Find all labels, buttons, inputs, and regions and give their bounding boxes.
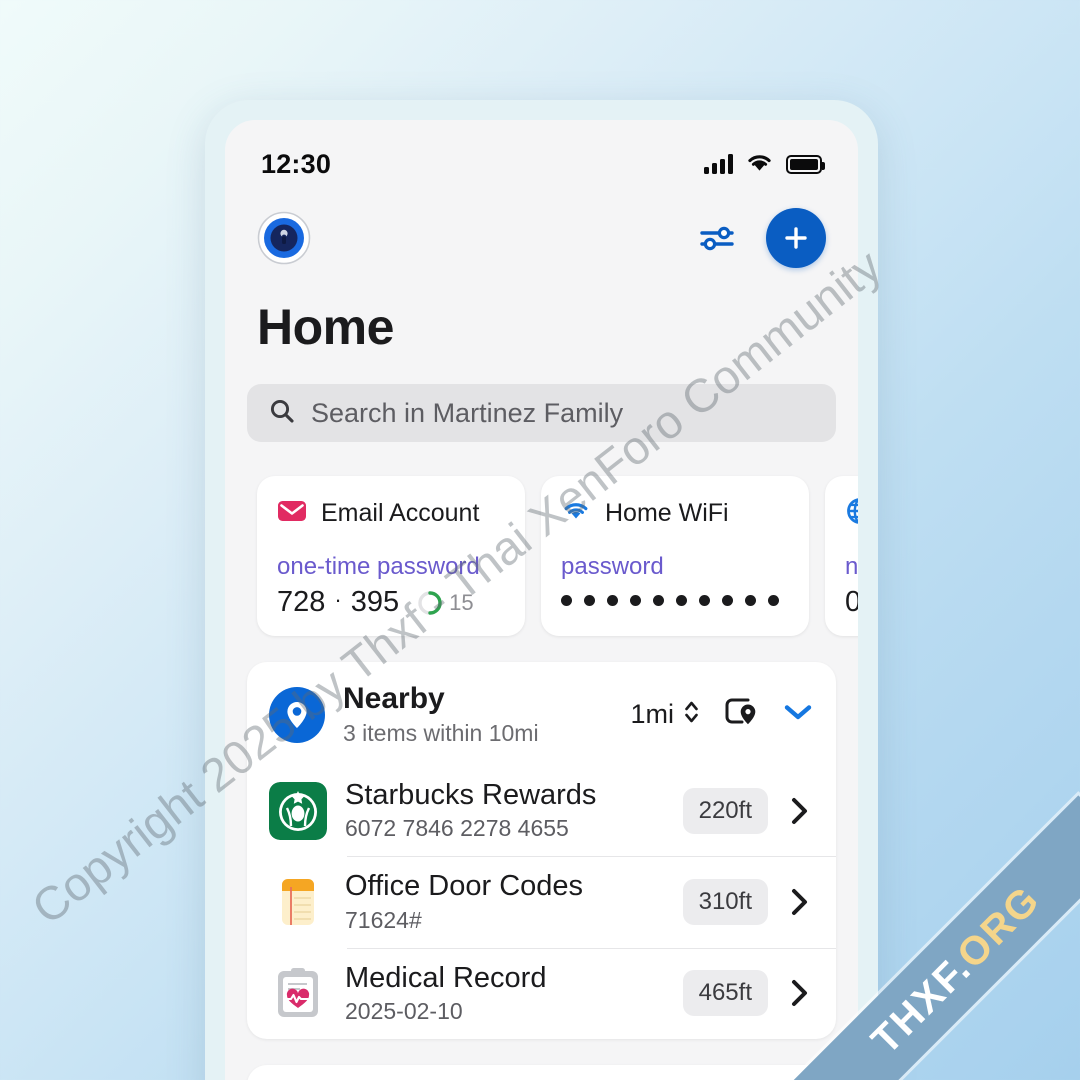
- wifi-icon: [746, 152, 773, 177]
- battery-full-icon: [786, 154, 825, 174]
- chevron-right-icon[interactable]: [786, 886, 814, 918]
- quick-card-field-label: num: [845, 553, 858, 580]
- ribbon-label-primary: THXF.: [862, 945, 980, 1063]
- quick-card-header: I: [845, 496, 858, 531]
- plus-icon: [782, 224, 810, 252]
- notepad-icon: [269, 873, 327, 931]
- quick-card-value: 07H: [845, 586, 858, 618]
- list-item[interactable]: Starbucks Rewards 6072 7846 2278 4655 22…: [247, 765, 836, 856]
- cellular-bars-icon: [704, 154, 733, 174]
- quick-card-masked-password: [561, 595, 789, 606]
- nearby-section: Nearby 3 items within 10mi 1mi Starbucks…: [247, 662, 836, 1040]
- list-item-text: Office Door Codes 71624#: [345, 870, 665, 933]
- list-item-title: Office Door Codes: [345, 870, 584, 903]
- status-bar-time: 12:30: [261, 148, 332, 179]
- list-item-distance: 220ft: [682, 787, 768, 834]
- otp-separator: ·: [334, 586, 342, 612]
- medical-clipboard-icon: [269, 964, 327, 1022]
- chevron-right-icon[interactable]: [786, 795, 814, 827]
- list-item[interactable]: Medical Record 2025-02-10 465ft: [247, 947, 836, 1039]
- quick-card-header: Home WiFi: [561, 496, 789, 531]
- list-item-subtitle: 2025-02-10: [345, 998, 463, 1025]
- list-item-distance: 310ft: [682, 879, 768, 926]
- quick-card-title: Home WiFi: [605, 499, 729, 527]
- map-pin-badge-icon: [269, 686, 325, 743]
- status-bar: 12:30: [225, 120, 858, 194]
- nearby-title: Nearby: [343, 682, 445, 715]
- wifi-icon: [561, 496, 591, 531]
- globe-icon: [845, 496, 858, 531]
- nearby-header-text: Nearby 3 items within 10mi: [343, 682, 612, 747]
- list-item-text: Medical Record 2025-02-10: [345, 962, 665, 1025]
- search-placeholder: Search in Martinez Family: [311, 397, 624, 428]
- ribbon-label: THXF.ORG: [863, 877, 1049, 1063]
- quick-card-home-wifi[interactable]: Home WiFi password: [541, 476, 809, 636]
- app-nav-bar: [225, 194, 858, 268]
- nearby-header[interactable]: Nearby 3 items within 10mi 1mi: [247, 662, 836, 765]
- 1password-logo-icon[interactable]: [257, 211, 311, 265]
- quick-card-email-account[interactable]: Email Account one-time password 728 · 39…: [257, 476, 525, 636]
- list-item-subtitle: 71624#: [345, 906, 422, 933]
- nav-actions: [696, 208, 826, 268]
- quick-card-header: Email Account: [277, 496, 505, 531]
- radius-stepper[interactable]: 1mi: [630, 698, 700, 731]
- search-input[interactable]: Search in Martinez Family: [247, 384, 836, 442]
- list-item-subtitle: 6072 7846 2278 4655: [345, 815, 569, 842]
- page-title: Home: [257, 299, 394, 355]
- starbucks-logo-icon: [269, 781, 327, 840]
- search-icon: [269, 398, 295, 429]
- add-item-button[interactable]: [766, 208, 826, 268]
- otp-countdown-ring-icon: 15: [417, 589, 474, 616]
- otp-group-2: 395: [350, 586, 400, 618]
- otp-seconds-remaining: 15: [449, 589, 474, 615]
- phone-device-frame: 12:30 Home Search in Martinez Family Ema…: [205, 100, 878, 1080]
- otp-group-1: 728: [277, 586, 326, 618]
- email-envelope-icon: [277, 496, 307, 531]
- quick-card-partial-third[interactable]: I num 07H: [825, 476, 858, 636]
- map-view-icon[interactable]: [724, 696, 758, 733]
- quick-card-title: Email Account: [321, 499, 480, 527]
- chevron-right-icon[interactable]: [786, 977, 814, 1009]
- list-item-title: Medical Record: [345, 961, 547, 994]
- chevron-down-icon[interactable]: [782, 701, 814, 728]
- chevron-up-down-icon: [683, 698, 700, 731]
- nearby-controls: 1mi: [630, 696, 814, 733]
- list-item-distance: 465ft: [682, 970, 768, 1017]
- quick-card-otp-value: 728 · 395 15: [277, 586, 505, 619]
- status-bar-icons: [704, 152, 825, 177]
- list-item-text: Starbucks Rewards 6072 7846 2278 4655: [345, 779, 665, 842]
- next-section-partial[interactable]: [247, 1065, 836, 1080]
- filter-sliders-icon[interactable]: [696, 217, 738, 259]
- list-item-title: Starbucks Rewards: [345, 779, 597, 811]
- quick-card-field-label: password: [561, 553, 664, 580]
- nearby-subtitle: 3 items within 10mi: [343, 720, 539, 746]
- phone-screen: 12:30 Home Search in Martinez Family Ema…: [225, 120, 858, 1080]
- radius-value: 1mi: [630, 699, 674, 729]
- quick-card-field-label: one-time password: [277, 553, 480, 580]
- quick-access-carousel[interactable]: Email Account one-time password 728 · 39…: [225, 476, 858, 636]
- list-item[interactable]: Office Door Codes 71624# 310ft: [247, 856, 836, 947]
